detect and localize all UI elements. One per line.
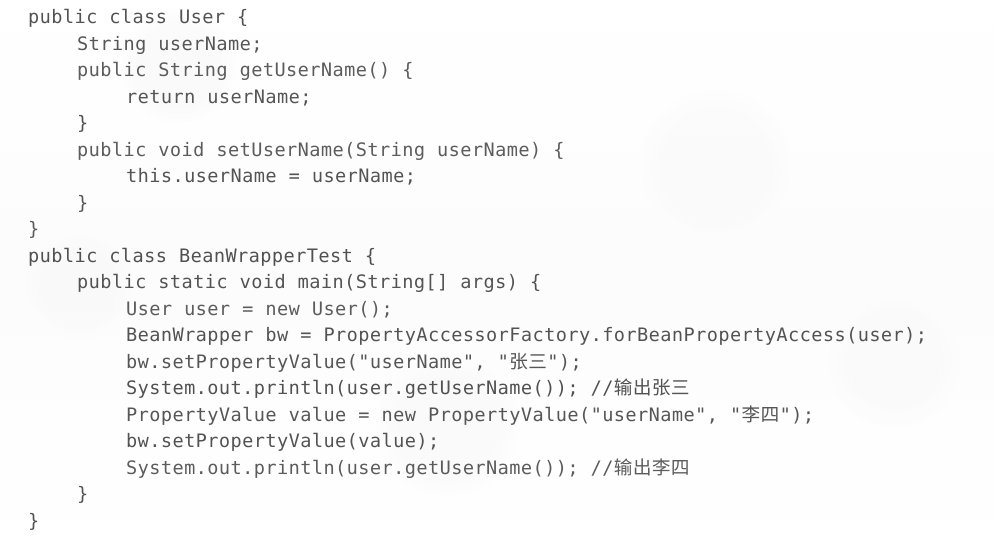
- code-listing: public class User { String userName; publi…: [0, 0, 994, 549]
- code-line: System.out.println(user.getUserName()); …: [126, 457, 690, 479]
- code-line: public static void main(String[] args) {: [77, 272, 542, 293]
- code-line: }: [77, 113, 89, 134]
- code-line: }: [28, 510, 40, 532]
- code-line: PropertyValue value = new PropertyValue(…: [126, 404, 815, 426]
- code-line: public String getUserName() {: [77, 60, 414, 81]
- code-line: bw.setPropertyValue("userName", "张三");: [126, 351, 583, 373]
- code-line: }: [28, 219, 40, 240]
- code-line: this.userName = userName;: [126, 166, 417, 187]
- code-line: BeanWrapper bw = PropertyAccessorFactory…: [126, 325, 928, 346]
- code-line: }: [77, 192, 89, 214]
- code-line: System.out.println(user.getUserName()); …: [126, 378, 690, 399]
- code-line: bw.setPropertyValue(value);: [126, 431, 440, 452]
- code-line: return userName;: [126, 86, 312, 108]
- code-line: public void setUserName(String userName)…: [77, 139, 565, 161]
- code-line: User user = new User();: [126, 298, 394, 320]
- scanned-page: public class User { String userName; publi…: [0, 0, 994, 549]
- code-line: String userName;: [77, 33, 263, 55]
- code-line: public class User {: [28, 7, 249, 28]
- code-line: public class BeanWrapperTest {: [28, 245, 377, 267]
- code-line: }: [77, 484, 89, 505]
